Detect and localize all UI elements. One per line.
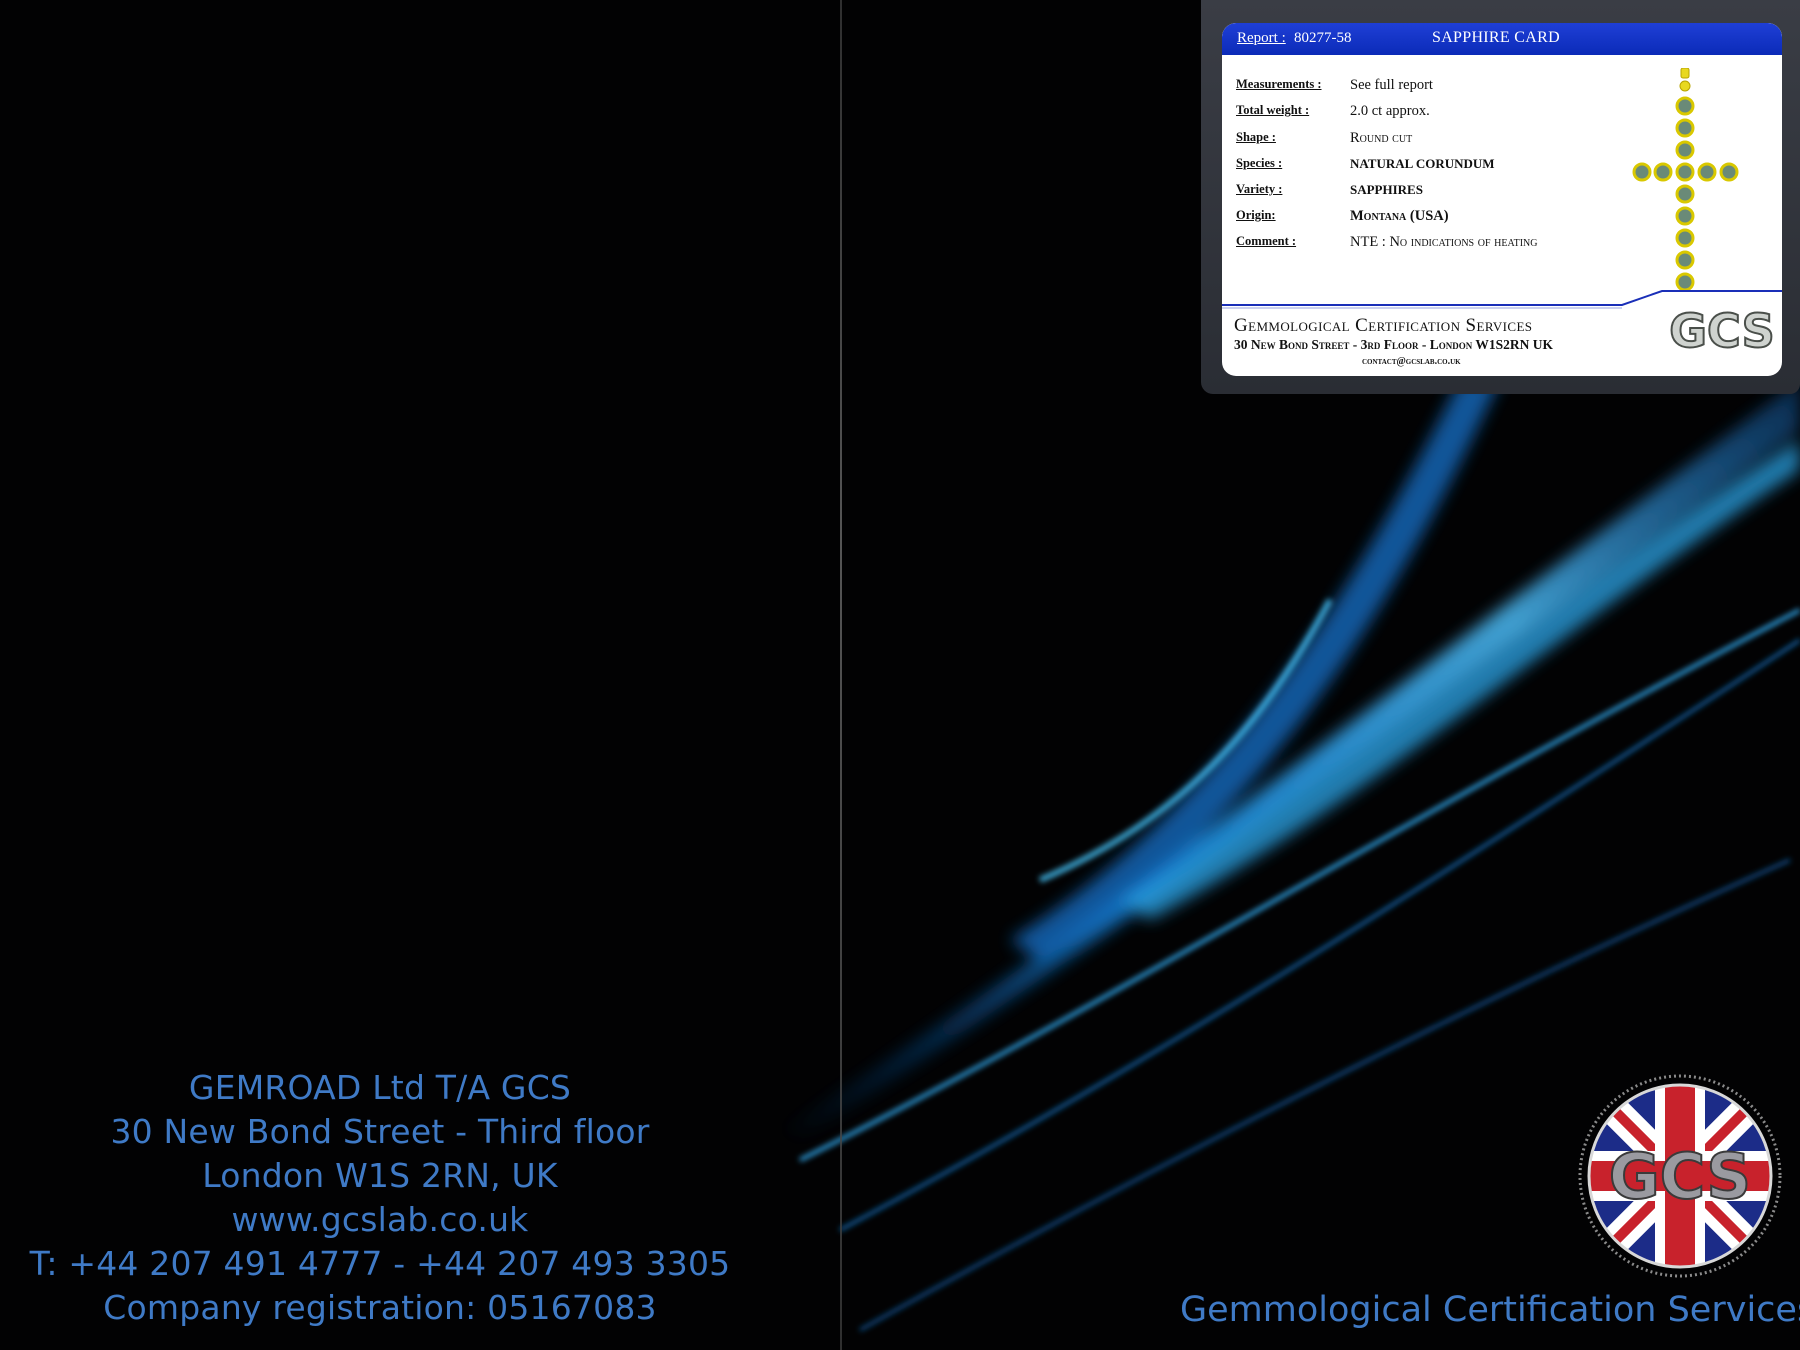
card-title: SAPPHIRE CARD <box>1432 29 1560 46</box>
field-value: Montana (USA) <box>1350 208 1449 224</box>
badge-logo-text: GCS <box>1609 1140 1751 1213</box>
report-number: 80277-58 <box>1294 30 1352 46</box>
address-line-2: London W1S 2RN, UK <box>202 1156 558 1195</box>
address-line-1: 30 New Bond Street - Third floor <box>110 1112 650 1151</box>
field-value: NTE : No indications of heating <box>1350 234 1538 250</box>
lab-address: 30 New Bond Street - 3rd Floor - London … <box>1234 337 1554 352</box>
field-label: Total weight : <box>1236 103 1310 117</box>
gcs-union-jack-badge: GCS <box>1578 1074 1782 1278</box>
card-logo-text: GCS <box>1670 304 1774 358</box>
field-label: Origin: <box>1236 208 1276 222</box>
phone-numbers: T: +44 207 491 4777 - +44 207 493 3305 <box>29 1244 731 1283</box>
company-registration: Company registration: 05167083 <box>103 1288 657 1327</box>
website-link[interactable]: www.gcslab.co.uk <box>0 1198 760 1242</box>
certificate-folder: GEMROAD Ltd T/A GCS 30 New Bond Street -… <box>0 0 1800 1350</box>
field-label: Measurements : <box>1236 77 1322 91</box>
report-label: Report : <box>1237 30 1286 46</box>
field-value: NATURAL CORUNDUM <box>1350 156 1495 171</box>
sapphire-card: Report : 80277-58 SAPPHIRE CARD Measurem… <box>1222 23 1782 376</box>
field-value: Round cut <box>1350 130 1413 146</box>
lab-name: Gemmological Certification Services <box>1234 315 1533 336</box>
field-label: Comment : <box>1236 234 1297 248</box>
cross-pendant-image <box>1632 68 1739 292</box>
field-value: 2.0 ct approx. <box>1350 103 1430 119</box>
lab-contact-email[interactable]: contact@gcslab.co.uk <box>1362 356 1461 367</box>
card-header: Report : 80277-58 SAPPHIRE CARD <box>1222 23 1782 55</box>
field-label: Variety : <box>1236 182 1283 196</box>
field-label: Shape : <box>1236 130 1276 144</box>
field-value: SAPPHIRES <box>1350 182 1423 197</box>
gcs-logo: GCS <box>1670 303 1774 359</box>
fold-line <box>840 0 842 1350</box>
front-cover-title: Gemmological Certification Services <box>1180 1290 1800 1330</box>
field-label: Species : <box>1236 156 1283 170</box>
field-value: See full report <box>1350 77 1433 93</box>
company-name: GEMROAD Ltd T/A GCS <box>188 1068 572 1107</box>
